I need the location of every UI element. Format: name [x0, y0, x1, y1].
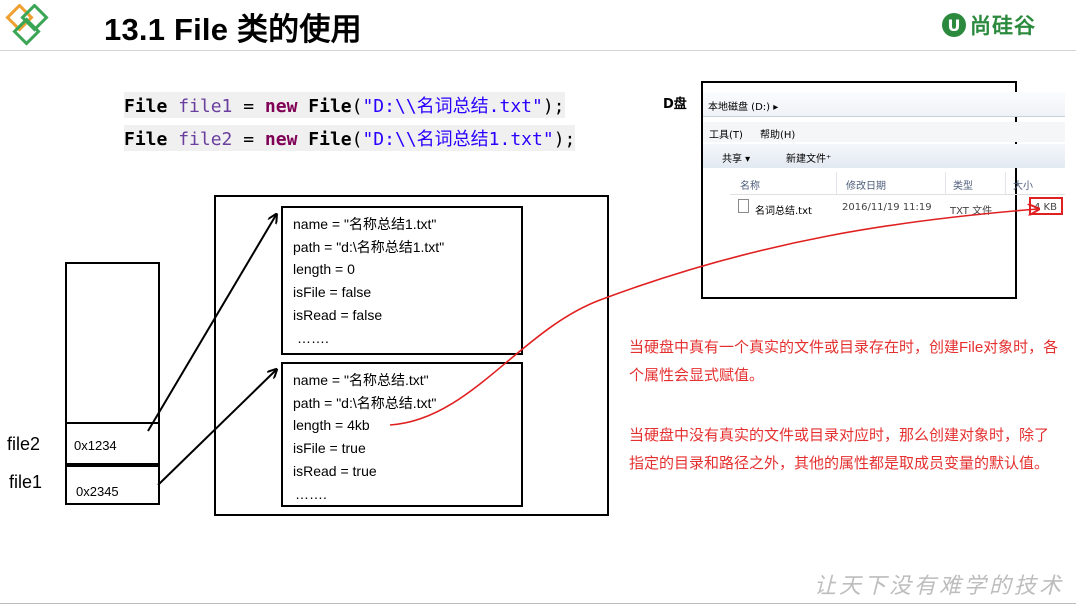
arrows-overlay — [147, 0, 1076, 486]
link-arrow-length-to-size — [389, 209, 1038, 426]
footer-slogan: 让天下没有难学的技术 — [814, 574, 1065, 599]
pointer-arrow-file1 — [157, 370, 276, 486]
footer-divider — [0, 603, 1076, 604]
pointer-arrow-file2 — [147, 215, 276, 432]
